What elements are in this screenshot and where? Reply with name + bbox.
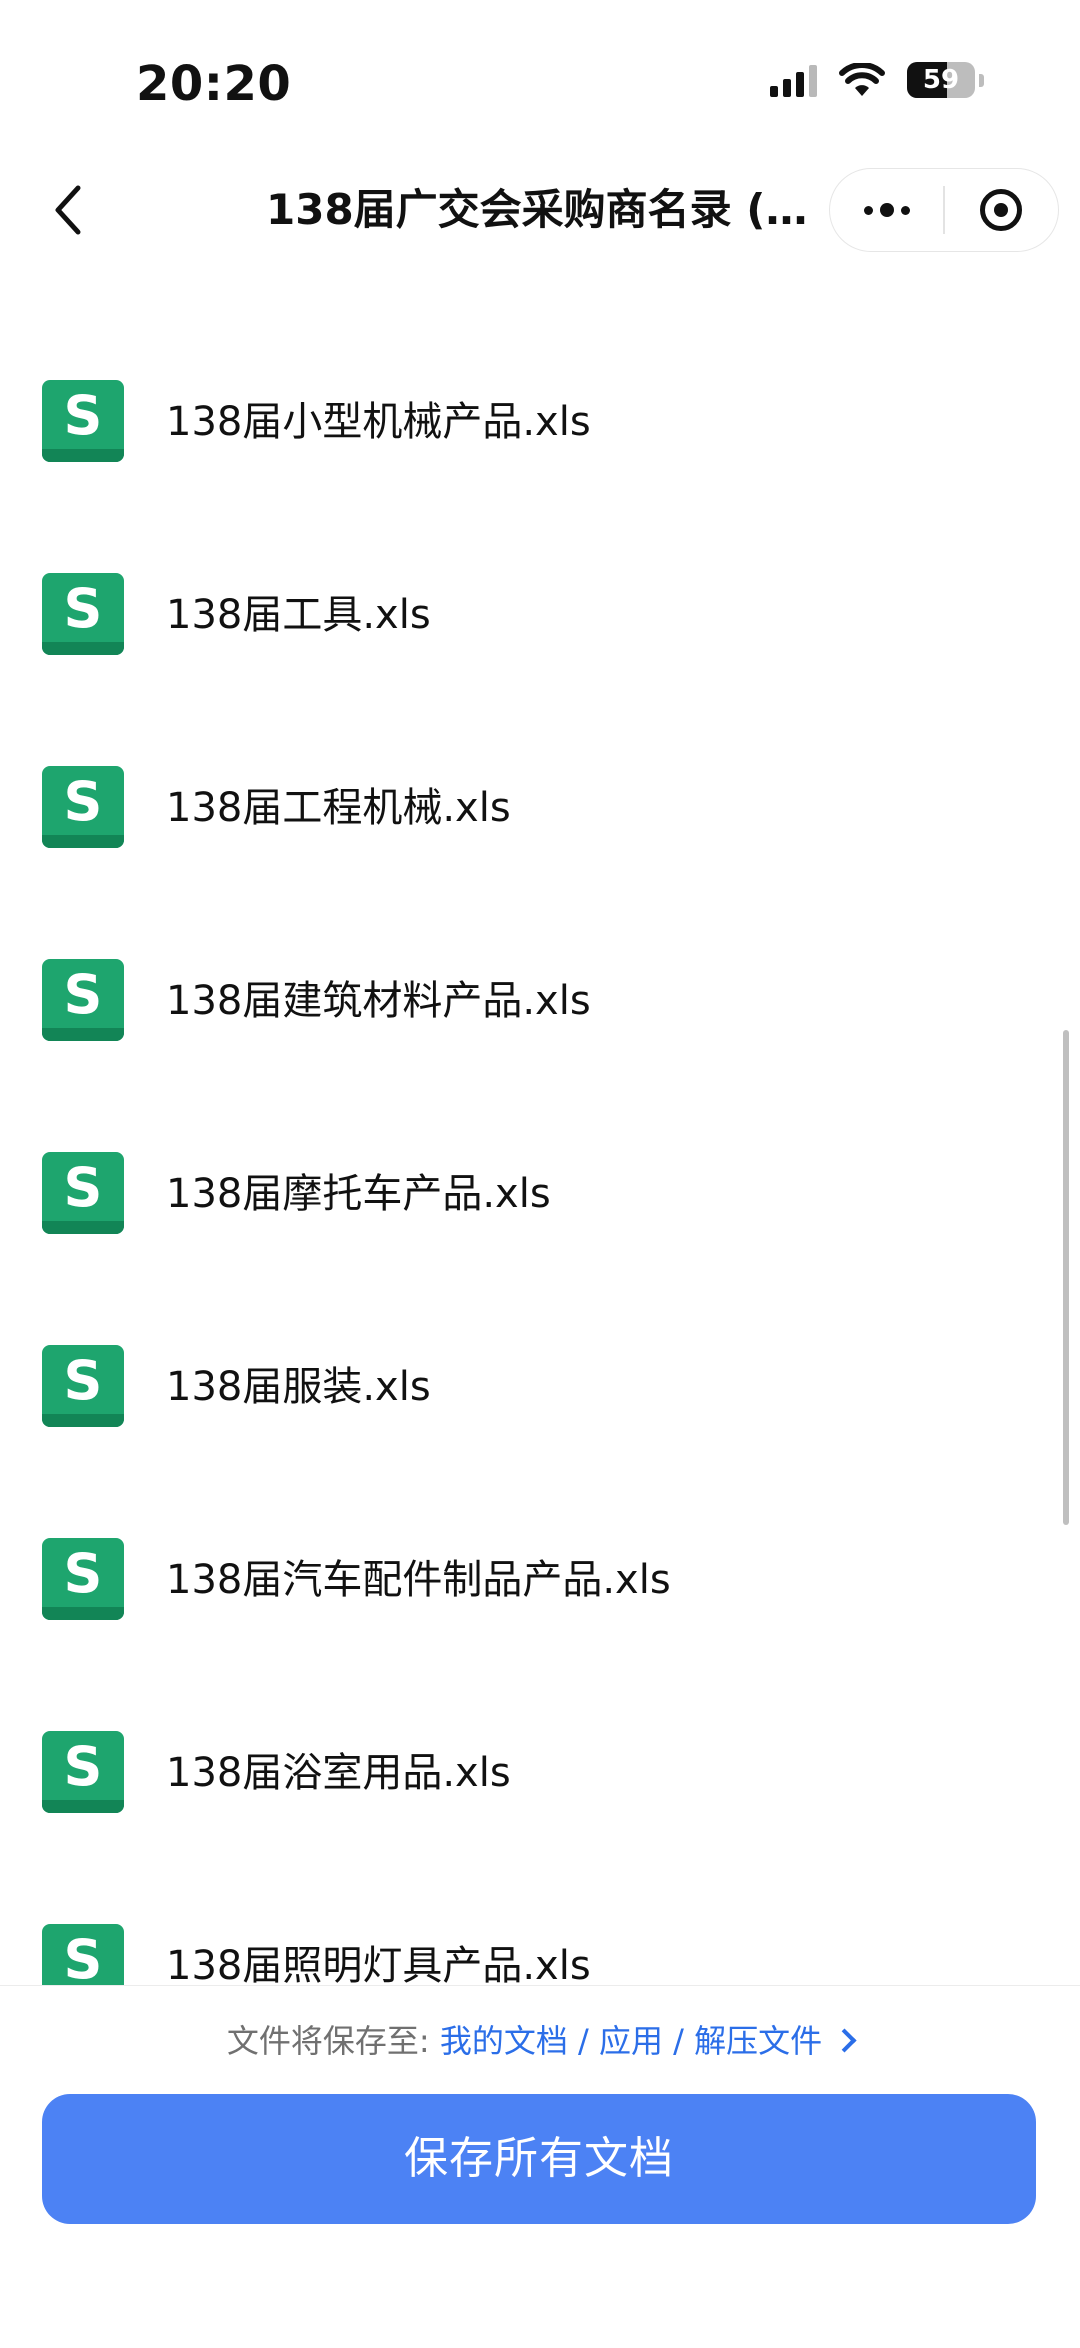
file-item[interactable]: S 138届工具.xls xyxy=(0,523,1080,703)
save-path-text: 我的文档 / 应用 / 解压文件 xyxy=(439,2022,823,2060)
file-name: 138届摩托车产品.xls xyxy=(166,1171,551,1217)
spreadsheet-file-icon: S xyxy=(42,1538,124,1620)
save-path-link[interactable]: 我的文档 / 应用 / 解压文件 xyxy=(439,2022,857,2060)
file-name: 138届照明灯具产品.xls xyxy=(166,1943,591,1985)
file-save-screen: 20:20 59 138届广交会采购商名录 (1... S 138届小型机械产品… xyxy=(0,0,1080,2348)
file-item[interactable]: S 138届摩托车产品.xls xyxy=(0,1102,1080,1282)
wifi-icon xyxy=(839,63,885,96)
file-item[interactable]: S 138届小型机械产品.xls xyxy=(0,330,1080,510)
more-button[interactable] xyxy=(830,169,943,251)
spreadsheet-file-icon: S xyxy=(42,380,124,462)
scrollbar[interactable] xyxy=(1063,1030,1069,1525)
save-all-button[interactable]: 保存所有文档 xyxy=(42,2094,1036,2224)
status-time: 20:20 xyxy=(136,56,292,112)
file-item[interactable]: S 138届服装.xls xyxy=(0,1295,1080,1475)
save-path-row: 文件将保存至: 我的文档 / 应用 / 解压文件 xyxy=(0,2016,1080,2066)
battery-icon: 59 xyxy=(907,62,975,98)
file-item[interactable]: S 138届工程机械.xls xyxy=(0,716,1080,896)
file-item[interactable]: S 138届浴室用品.xls xyxy=(0,1681,1080,1861)
page-title: 138届广交会采购商名录 (1... xyxy=(266,185,812,234)
file-name: 138届建筑材料产品.xls xyxy=(166,978,591,1024)
spreadsheet-file-icon: S xyxy=(42,1924,124,1985)
file-name: 138届浴室用品.xls xyxy=(166,1750,511,1796)
mini-program-capsule xyxy=(829,168,1059,252)
file-name: 138届工程机械.xls xyxy=(166,785,511,831)
target-circle-icon xyxy=(980,189,1023,231)
cellular-signal-icon xyxy=(770,63,817,97)
battery-percent: 59 xyxy=(922,65,960,95)
file-item[interactable]: S 138届建筑材料产品.xls xyxy=(0,909,1080,1089)
back-button[interactable] xyxy=(36,178,100,242)
file-item[interactable]: S 138届汽车配件制品产品.xls xyxy=(0,1488,1080,1668)
file-name: 138届服装.xls xyxy=(166,1364,431,1410)
file-list[interactable]: S 138届小型机械产品.xls S 138届工具.xls S 138届工程机械… xyxy=(0,260,1080,1985)
file-name: 138届汽车配件制品产品.xls xyxy=(166,1557,671,1603)
spreadsheet-file-icon: S xyxy=(42,1345,124,1427)
chevron-left-icon xyxy=(55,185,81,235)
save-path-label: 文件将保存至: xyxy=(226,2022,430,2060)
spreadsheet-file-icon: S xyxy=(42,1152,124,1234)
nav-bar: 138届广交会采购商名录 (1... xyxy=(0,160,1080,260)
file-name: 138届工具.xls xyxy=(166,592,431,638)
spreadsheet-file-icon: S xyxy=(42,766,124,848)
file-name: 138届小型机械产品.xls xyxy=(166,399,591,445)
status-bar: 20:20 59 xyxy=(0,0,1080,160)
spreadsheet-file-icon: S xyxy=(42,573,124,655)
battery-cap xyxy=(979,73,984,87)
chevron-right-icon xyxy=(832,2028,857,2053)
spreadsheet-file-icon: S xyxy=(42,959,124,1041)
save-panel: 文件将保存至: 我的文档 / 应用 / 解压文件 保存所有文档 xyxy=(0,1985,1080,2348)
spreadsheet-file-icon: S xyxy=(42,1731,124,1813)
status-icons: 59 xyxy=(770,62,984,98)
file-item[interactable]: S 138届照明灯具产品.xls xyxy=(0,1874,1080,1985)
close-mini-program-button[interactable] xyxy=(945,169,1058,251)
more-dots-icon xyxy=(863,203,910,217)
